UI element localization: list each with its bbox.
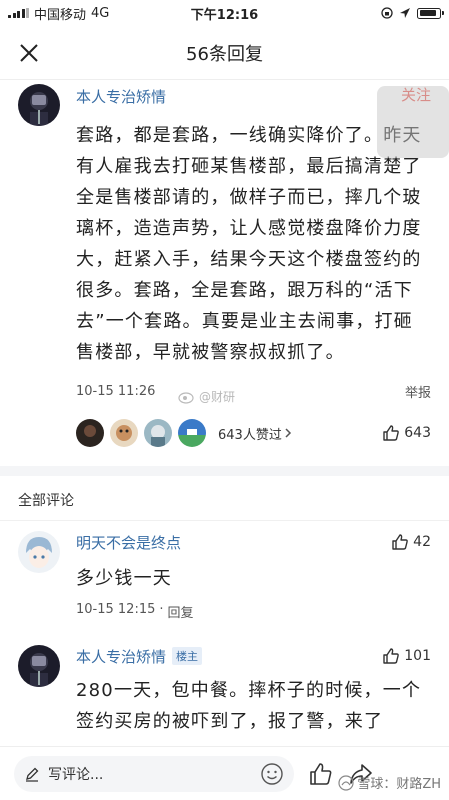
carrier-label: 中国移动: [34, 7, 87, 23]
likes-count-label: 643人赞过: [218, 427, 282, 443]
emoji-icon[interactable]: [260, 762, 284, 786]
comment-main: 明天不会是终点 42 多少钱一天 10-15 12:15 · 回复: [76, 531, 431, 622]
close-icon[interactable]: [18, 42, 40, 64]
comment-author-name[interactable]: 明天不会是终点: [76, 532, 181, 553]
all-comments-title: 全部评论: [0, 476, 449, 521]
comment-like-count: 42: [413, 534, 431, 550]
post-body: 套路，都是套路，一线确实降价了。昨天有人雇我去打砸某售楼部，最后搞清楚了全是售楼…: [76, 125, 422, 363]
avatar-image: [18, 531, 60, 573]
comment-input[interactable]: 写评论...: [14, 755, 294, 792]
comment-body: 多少钱一天: [76, 568, 172, 589]
avatar[interactable]: [18, 645, 60, 687]
thumb-up-icon: [383, 425, 400, 441]
nav-bar: 56条回复: [0, 26, 449, 80]
liker-avatar[interactable]: [110, 419, 138, 447]
comment-head: 明天不会是终点 42: [76, 531, 431, 553]
comment-head: 本人专治矫情 楼主 101: [76, 645, 431, 667]
post-author-name[interactable]: 本人专治矫情: [76, 86, 166, 107]
lock-rotation-icon: [381, 7, 393, 19]
comment-like-button[interactable]: 101: [382, 647, 431, 665]
weibo-icon: [178, 391, 194, 404]
page-title: 56条回复: [186, 43, 263, 65]
comment-item: 明天不会是终点 42 多少钱一天 10-15 12:15 · 回复: [0, 521, 449, 621]
liker-avatar[interactable]: [76, 419, 104, 447]
op-badge: 楼主: [172, 647, 203, 665]
status-left: 中国移动 4G: [8, 4, 109, 23]
post-time: 10-15 11:26: [76, 383, 156, 399]
floating-overlay-button[interactable]: [377, 86, 449, 158]
battery-icon: [417, 7, 444, 19]
avatar-image: [18, 84, 60, 126]
post-like-button[interactable]: 643: [382, 424, 431, 442]
comment-row: 本人专治矫情 楼主 101 280一天，包中餐。摔杯子的时候，一个签约买房的被吓…: [18, 645, 431, 737]
comment-like-button[interactable]: 42: [391, 533, 431, 551]
comment-row: 明天不会是终点 42 多少钱一天 10-15 12:15 · 回复: [18, 531, 431, 621]
status-bar: 中国移动 4G 下午12:16: [0, 0, 449, 26]
share-icon[interactable]: [348, 761, 374, 787]
avatar[interactable]: [18, 531, 60, 573]
avatar[interactable]: [18, 84, 60, 126]
comment-author-name[interactable]: 本人专治矫情: [76, 646, 166, 667]
likes-row: 643人赞过 643: [76, 418, 431, 448]
thumb-up-icon: [383, 648, 400, 664]
weibo-watermark: @财研: [178, 388, 235, 405]
likes-count-link[interactable]: 643人赞过: [218, 424, 292, 443]
location-icon: [400, 8, 410, 18]
signal-icon: [8, 8, 29, 18]
post-meta: 10-15 11:26 举报: [76, 380, 431, 402]
watermark-text: @财研: [199, 390, 236, 404]
comment-input-placeholder: 写评论...: [48, 766, 104, 783]
comment-item: 本人专治矫情 楼主 101 280一天，包中餐。摔杯子的时候，一个签约买房的被吓…: [0, 621, 449, 737]
report-button[interactable]: 举报: [405, 382, 431, 401]
bottom-bar: 写评论...: [0, 746, 449, 800]
comment-meta: 10-15 12:15 · 回复: [76, 602, 431, 621]
liker-avatar[interactable]: [178, 419, 206, 447]
status-right: [381, 7, 444, 19]
comment-time: 10-15 12:15: [76, 602, 156, 617]
section-divider: [0, 466, 449, 476]
avatar-image: [18, 645, 60, 687]
pencil-icon: [26, 767, 39, 782]
liker-avatar[interactable]: [144, 419, 172, 447]
reply-button[interactable]: 回复: [168, 602, 194, 621]
thumb-up-icon: [392, 534, 408, 550]
comment-main: 本人专治矫情 楼主 101 280一天，包中餐。摔杯子的时候，一个签约买房的被吓…: [76, 645, 431, 737]
comment-like-count: 101: [404, 648, 431, 664]
thumb-up-icon[interactable]: [308, 761, 334, 787]
network-label: 4G: [91, 5, 110, 21]
chevron-right-icon: [285, 428, 291, 438]
post-like-count: 643: [404, 425, 431, 441]
meta-separator: ·: [159, 602, 164, 617]
comment-body: 280一天，包中餐。摔杯子的时候，一个签约买房的被吓到了，报了警，来了: [76, 680, 422, 732]
